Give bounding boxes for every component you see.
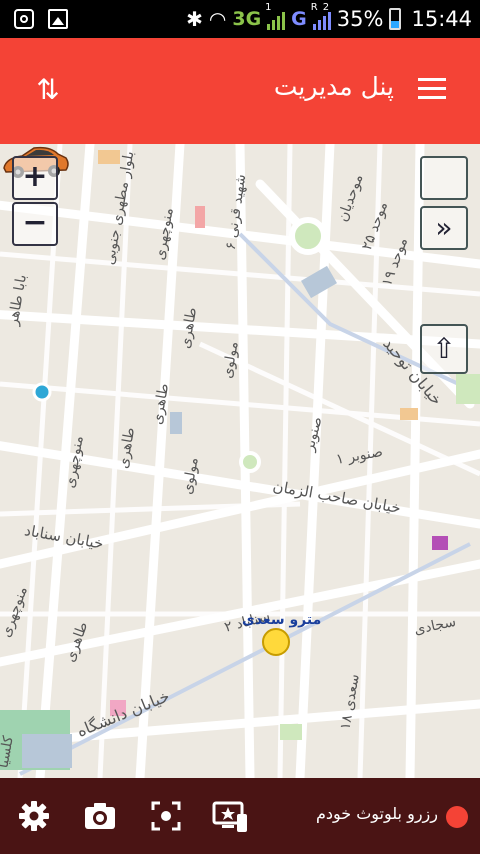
scan-icon[interactable] <box>148 798 184 834</box>
map-top-right-button[interactable] <box>420 156 468 200</box>
screen-cast-icon[interactable] <box>212 798 248 834</box>
settings-icon[interactable] <box>16 798 52 834</box>
camera-icon[interactable] <box>82 798 118 834</box>
battery-icon <box>389 8 402 30</box>
network-type-1: 3G <box>232 8 262 30</box>
zoom-out-button[interactable]: − <box>12 202 58 246</box>
wifi-icon: ◠ <box>208 7 227 31</box>
instagram-icon <box>14 9 34 29</box>
bluetooth-icon: ✱ <box>186 7 203 31</box>
sim-1-index: 1 <box>265 2 272 13</box>
clock: 15:44 <box>411 7 472 31</box>
image-icon <box>48 9 68 29</box>
app-header: ⇅ پنل مدیریت <box>0 38 480 144</box>
swap-vertical-icon[interactable]: ⇅ <box>34 72 62 108</box>
expand-button[interactable]: » <box>420 206 468 250</box>
status-bar: ✱ ◠ 3G 1 G R 2 35% 15:44 <box>0 0 480 38</box>
up-arrow-button[interactable]: ⇧ <box>420 324 468 374</box>
metro-station-label: مترو سعدی <box>242 612 322 628</box>
page-title: پنل مدیریت <box>273 72 394 101</box>
sim-2-index: 2 <box>322 2 330 13</box>
battery-percent: 35% <box>336 7 384 31</box>
metro-station-icon[interactable] <box>262 628 290 656</box>
sim-r-label: R <box>310 2 318 13</box>
network-type-2: G <box>291 8 307 30</box>
map-view[interactable]: بلوار مطهری جنوبی منوچهری شهید قرنی ۶ مو… <box>0 144 480 778</box>
status-dot-icon <box>446 806 468 828</box>
hamburger-menu-icon[interactable] <box>418 78 446 102</box>
zoom-in-button[interactable]: + <box>12 156 58 200</box>
bluetooth-reserve-label[interactable]: رزرو بلوتوث خودم <box>316 804 438 823</box>
bottom-toolbar: رزرو بلوتوث خودم <box>0 778 480 854</box>
